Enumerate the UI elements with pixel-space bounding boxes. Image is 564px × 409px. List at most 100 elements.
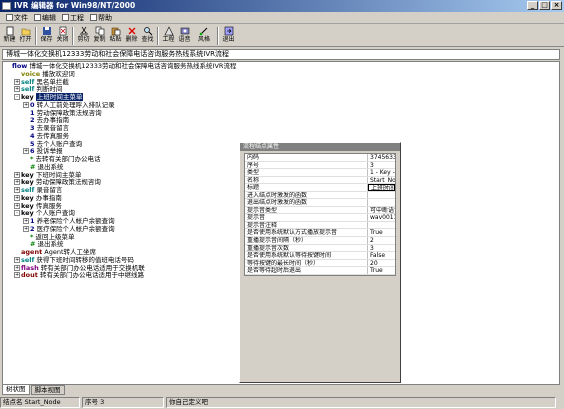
collapse-icon[interactable]: -	[14, 94, 20, 100]
expand-icon[interactable]: +	[23, 101, 29, 108]
maximize-button[interactable]: □	[539, 1, 550, 10]
app-icon	[2, 2, 11, 10]
property-value[interactable]: 3	[368, 162, 395, 169]
property-row[interactable]: 标题上班时间主菜单	[245, 184, 395, 192]
tree-node[interactable]: + dout 转有关部门办公电话适用于中继线路	[5, 271, 245, 280]
property-value[interactable]: 3745633721604	[368, 154, 395, 161]
project-menu-icon	[62, 14, 69, 21]
property-row[interactable]: 提示音wav0011.wav	[245, 214, 395, 222]
cut-button[interactable]: 剪切	[76, 25, 91, 46]
find-icon	[143, 27, 152, 36]
window-title: IVR 编辑器 for Win98/NT/2000	[14, 1, 136, 10]
property-row[interactable]: 名称Start_Node	[245, 176, 395, 185]
voice-button[interactable]: 语音	[177, 25, 192, 46]
property-value[interactable]: 2	[368, 237, 395, 244]
property-row[interactable]: 类型1 - Key - 按键	[245, 169, 395, 177]
node-type: dout	[21, 271, 38, 280]
status-comment: 你自己定义吧	[166, 397, 556, 408]
property-row[interactable]: 提示音类型可中断语音文件	[245, 206, 395, 215]
property-value[interactable]	[368, 199, 395, 206]
property-key: 类型	[245, 169, 368, 176]
property-value[interactable]: 1 - Key - 按键	[368, 169, 395, 176]
expand-icon[interactable]: +	[14, 187, 20, 193]
expand-icon[interactable]: +	[23, 225, 29, 232]
expand-icon[interactable]: +	[14, 78, 20, 85]
property-value[interactable]: True	[368, 229, 395, 236]
property-row[interactable]: 重播提示音间隔（秒） 2	[245, 237, 395, 245]
menu-file[interactable]: 文件	[6, 13, 28, 23]
expand-icon[interactable]: +	[14, 179, 20, 186]
menu-bar: 文件 编辑 工程 帮助	[0, 12, 564, 24]
new-button[interactable]: 新建	[2, 25, 17, 46]
expand-icon[interactable]: +	[14, 264, 20, 271]
expand-icon[interactable]: +	[14, 86, 20, 93]
property-row[interactable]: 内码3745633721604	[245, 154, 395, 162]
property-value[interactable]	[368, 222, 395, 229]
property-key: 进入结点时激发的函数	[245, 191, 368, 199]
expand-icon[interactable]: +	[14, 202, 20, 209]
project-button[interactable]: 工程	[161, 25, 176, 46]
property-row[interactable]: 是否使用系统默认等待按键时间 False	[245, 252, 395, 260]
paste-button[interactable]: 粘贴	[108, 25, 123, 46]
property-key: 是否等待超时后退出	[245, 267, 368, 274]
property-key: 退出结点时激发的函数	[245, 199, 368, 206]
property-key: 序号	[245, 161, 368, 169]
delete-icon	[128, 27, 135, 35]
close-button[interactable]: ×	[551, 1, 562, 10]
property-value[interactable]: False	[368, 252, 395, 259]
property-row[interactable]: 序号 3	[245, 161, 395, 170]
property-row[interactable]: 提示音注释	[245, 221, 395, 230]
property-key: 等待按键的最长时间（秒）	[245, 259, 368, 267]
property-key: 提示音	[245, 214, 368, 221]
close-doc-icon	[59, 26, 66, 36]
tab-script-view[interactable]: 脚本视图	[30, 385, 65, 395]
property-value[interactable]: True	[368, 267, 395, 274]
cut-icon	[79, 26, 88, 36]
close-doc-button[interactable]: 关闭	[55, 25, 70, 46]
property-row[interactable]: 是否等待超时后退出 True	[245, 267, 395, 275]
property-row[interactable]: 是否使用系统默认方式播放提示音 True	[245, 229, 395, 238]
style-button[interactable]: 风格	[193, 25, 215, 46]
property-row[interactable]: 等待按键的最长时间（秒） 20	[245, 259, 395, 268]
menu-help[interactable]: 帮助	[90, 13, 112, 23]
property-row[interactable]: 进入结点时激发的函数	[245, 191, 395, 200]
minimize-button[interactable]: _	[527, 1, 538, 10]
property-key: 标题	[245, 184, 368, 191]
toolbar-separator	[35, 27, 37, 45]
expand-icon[interactable]: +	[14, 256, 20, 263]
property-value[interactable]	[368, 192, 395, 199]
property-row[interactable]: 退出结点时激发的函数	[245, 199, 395, 207]
property-value[interactable]: 可中断语音文件	[368, 207, 395, 214]
properties-grid: 内码3745633721604序号3类型1 - Key - 按键名称Start_…	[244, 153, 396, 276]
copy-button[interactable]: 复制	[92, 25, 107, 46]
property-key: 是否使用系统默认等待按键时间	[245, 252, 368, 259]
menu-edit[interactable]: 编辑	[34, 13, 56, 23]
open-button[interactable]: 打开	[18, 25, 33, 46]
expand-icon[interactable]: +	[14, 171, 20, 178]
property-row[interactable]: 重播提示音次数 3	[245, 244, 395, 253]
exit-button[interactable]: 退出	[221, 25, 236, 46]
collapse-icon[interactable]: -	[14, 210, 20, 217]
help-menu-icon	[90, 14, 97, 21]
save-button[interactable]: 保存	[39, 25, 54, 46]
title-bar: IVR 编辑器 for Win98/NT/2000 _ □ ×	[0, 0, 564, 12]
delete-button[interactable]: 删除	[124, 25, 139, 46]
tab-tree-view[interactable]: 树状图	[2, 385, 30, 395]
file-menu-icon	[6, 14, 13, 21]
save-icon	[42, 27, 51, 35]
property-value[interactable]: 20	[368, 260, 395, 267]
property-value[interactable]: 上班时间主菜单	[368, 184, 395, 191]
property-value[interactable]: 3	[368, 245, 395, 252]
toolbar-separator	[157, 27, 159, 45]
expand-icon[interactable]: +	[23, 218, 29, 224]
expand-icon[interactable]: +	[14, 194, 20, 201]
expand-icon[interactable]: +	[23, 148, 29, 155]
property-value[interactable]: Start_Node	[368, 177, 395, 184]
open-folder-icon	[21, 28, 30, 36]
property-value[interactable]: wav0011.wav	[368, 214, 395, 221]
menu-project[interactable]: 工程	[62, 13, 84, 23]
expand-icon[interactable]: +	[14, 272, 20, 279]
find-button[interactable]: 查找	[140, 25, 155, 46]
status-bar: 结点名 Start_Node 序号 3 你自己定义吧	[0, 397, 564, 409]
edit-menu-icon	[34, 14, 41, 21]
